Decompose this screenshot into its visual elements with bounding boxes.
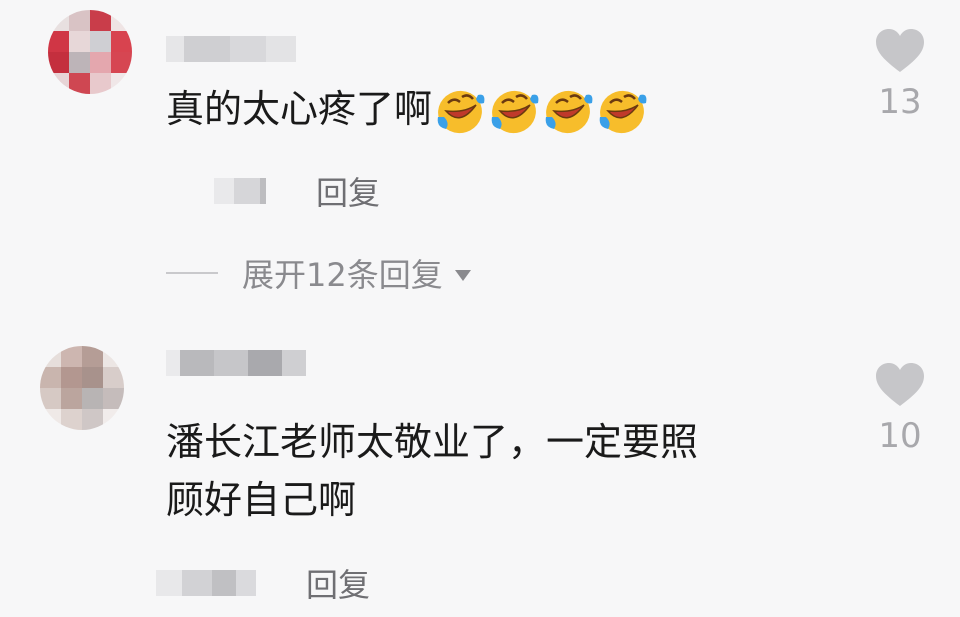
- comment-text-line: 顾好自己啊: [166, 478, 357, 522]
- heart-icon: [876, 29, 924, 72]
- like-count: 13: [878, 82, 922, 122]
- comment-meta: 回复: [166, 168, 380, 214]
- timestamp-blurred: [156, 570, 256, 596]
- like-button[interactable]: 13: [872, 28, 928, 122]
- like-button[interactable]: 10: [872, 362, 928, 456]
- comment-section: 真的太心疼了啊 13 回复 展开12条回复 潘长江老师太敬业了，一定要照 顾好自…: [0, 0, 960, 617]
- caret-down-icon: [454, 269, 471, 281]
- laughing-crying-face-icon: [599, 90, 647, 133]
- laughing-crying-face-icon: [491, 90, 539, 133]
- reply-button[interactable]: 回复: [306, 560, 370, 606]
- comment-text: 真的太心疼了啊: [166, 80, 650, 138]
- username-blurred[interactable]: [166, 350, 306, 376]
- avatar[interactable]: [40, 346, 124, 430]
- comment-text: 潘长江老师太敬业了，一定要照 顾好自己啊: [166, 413, 698, 529]
- divider-line: [166, 272, 218, 274]
- comment-text-line: 潘长江老师太敬业了，一定要照: [166, 420, 699, 464]
- avatar[interactable]: [48, 10, 132, 94]
- like-count: 10: [878, 416, 922, 456]
- timestamp-blurred: [214, 178, 266, 204]
- laughing-crying-face-icon: [437, 90, 485, 133]
- laughing-crying-face-icon: [545, 90, 593, 133]
- emoji-group: [434, 87, 650, 137]
- reply-button[interactable]: 回复: [316, 168, 380, 214]
- heart-icon: [876, 363, 924, 406]
- expand-replies-button[interactable]: 展开12条回复: [166, 250, 471, 296]
- username-blurred[interactable]: [166, 36, 296, 62]
- comment-meta: 回复: [156, 560, 370, 606]
- expand-replies-label: 展开12条回复: [242, 256, 443, 294]
